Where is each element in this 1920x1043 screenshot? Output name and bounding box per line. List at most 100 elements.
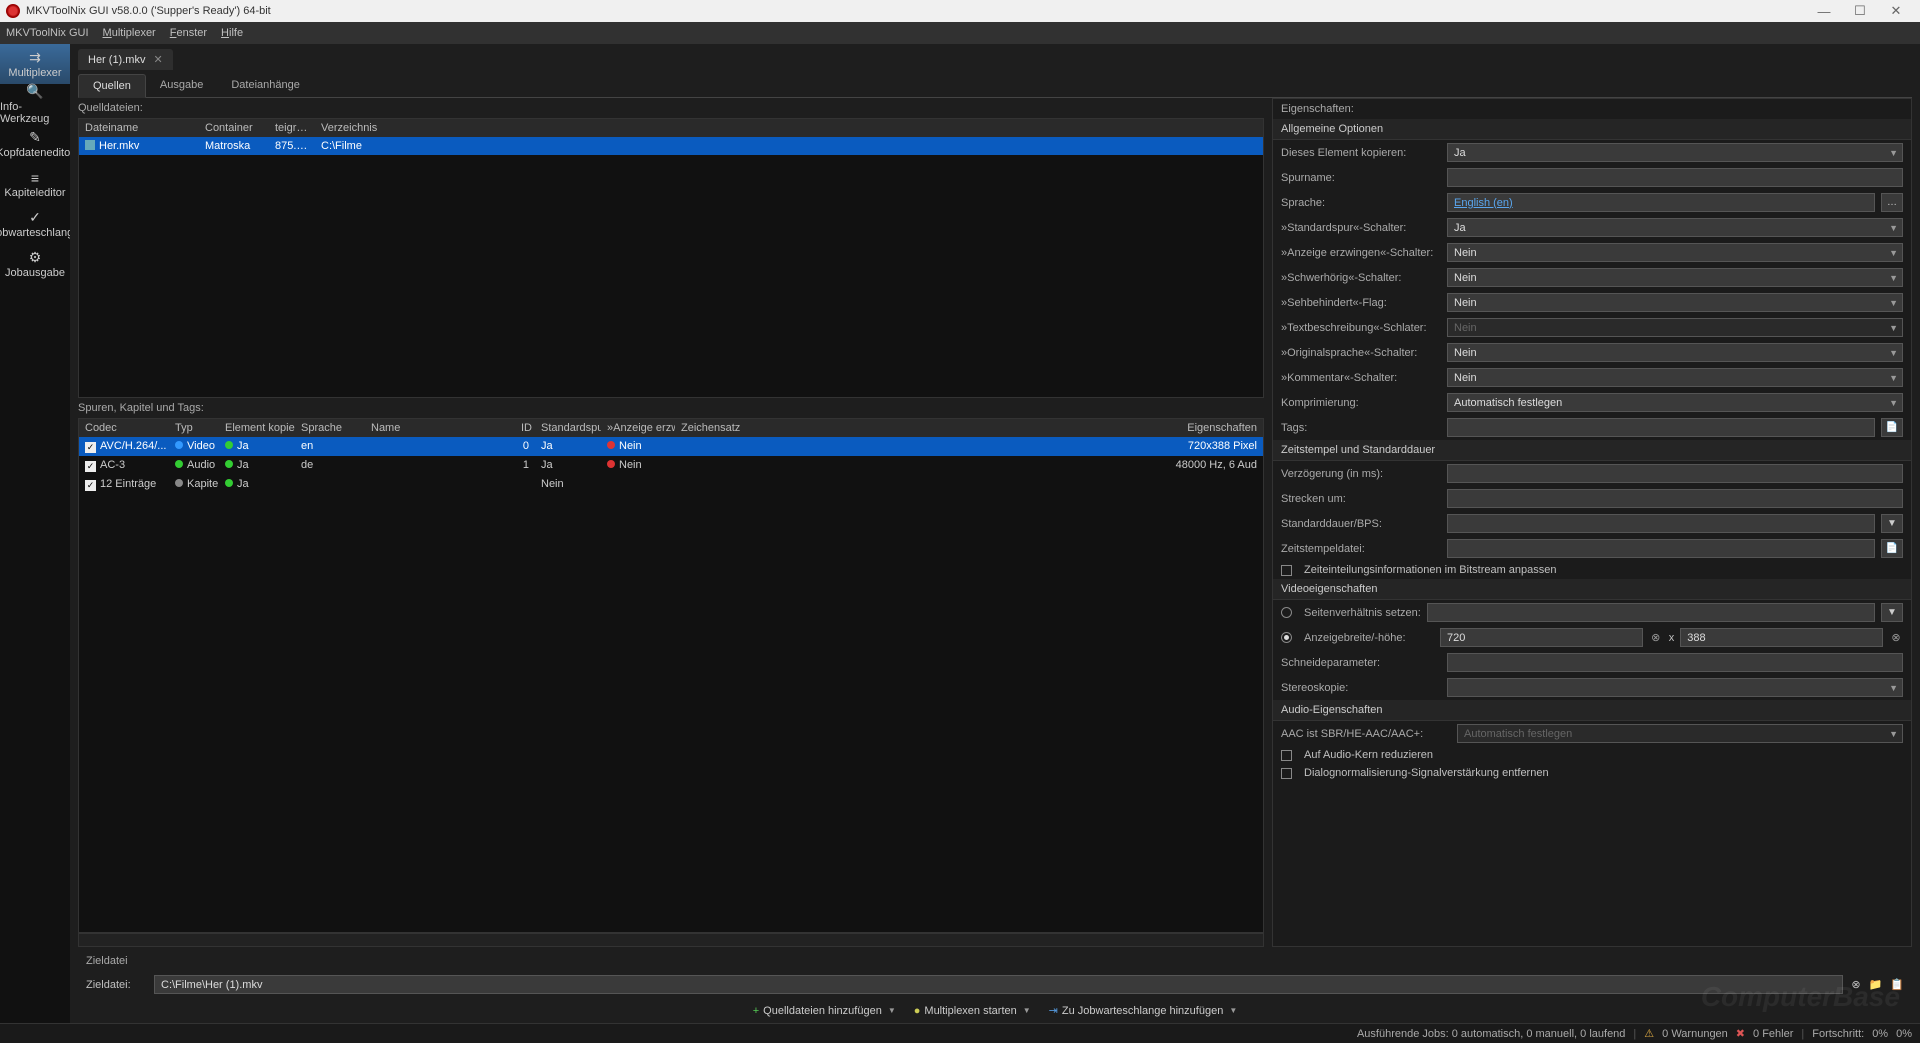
- original-lang-select[interactable]: Nein▼: [1447, 343, 1903, 362]
- menu-help[interactable]: Hilfe: [221, 27, 243, 39]
- status-warnings[interactable]: 0 Warnungen: [1662, 1028, 1728, 1040]
- info-icon: 🔍: [26, 84, 44, 100]
- clear-height-icon[interactable]: ⊗: [1889, 631, 1903, 645]
- destination-input[interactable]: C:\Filme\Her (1).mkv: [154, 975, 1843, 994]
- track-row[interactable]: ✓AVC/H.264/...VideoJaen0JaNein720x388 Pi…: [79, 437, 1263, 456]
- destination-clear-button[interactable]: ⊗: [1851, 978, 1860, 991]
- track-row[interactable]: ✓12 EinträgeKapitelJaNein: [79, 475, 1263, 494]
- source-files-label: Quelldateien:: [78, 98, 1264, 118]
- error-icon: ✖: [1736, 1027, 1745, 1040]
- gear-icon: ⚙: [26, 250, 44, 266]
- queue-icon: ✓: [26, 210, 44, 226]
- destination-label: Zieldatei:: [86, 979, 146, 991]
- edit-icon: ✎: [26, 130, 44, 146]
- forced-display-select[interactable]: Nein▼: [1447, 243, 1903, 262]
- copy-element-select[interactable]: Ja▼: [1447, 143, 1903, 162]
- source-files-grid: Dateiname Container teigröße Verzeichnis…: [78, 118, 1264, 398]
- sidebar-item-multiplexer[interactable]: ⇉ Multiplexer: [0, 44, 70, 84]
- clear-width-icon[interactable]: ⊗: [1649, 631, 1663, 645]
- horizontal-scrollbar[interactable]: [78, 933, 1264, 947]
- visual-impaired-select[interactable]: Nein▼: [1447, 293, 1903, 312]
- section-video: Videoeigenschaften: [1273, 579, 1911, 600]
- track-name-input[interactable]: [1447, 168, 1903, 187]
- source-file-row[interactable]: Her.mkv Matroska 875.4 … C:\Filme: [79, 137, 1263, 155]
- aac-sbr-select: Automatisch festlegen▼: [1457, 724, 1903, 743]
- warning-icon: ⚠: [1644, 1027, 1654, 1040]
- crop-input[interactable]: [1447, 653, 1903, 672]
- multiplexer-icon: ⇉: [26, 50, 44, 66]
- source-grid-header: Dateiname Container teigröße Verzeichnis: [79, 119, 1263, 137]
- language-browse-button[interactable]: …: [1881, 193, 1903, 212]
- stereoscopy-select[interactable]: ▼: [1447, 678, 1903, 697]
- timestamp-file-input[interactable]: [1447, 539, 1875, 558]
- reduce-audio-core-checkbox[interactable]: [1281, 750, 1292, 761]
- menu-multiplexer[interactable]: Multiplexer: [103, 27, 156, 39]
- plus-icon: +: [753, 1005, 759, 1017]
- close-button[interactable]: ✕: [1878, 3, 1914, 19]
- status-progress-2: 0%: [1896, 1028, 1912, 1040]
- file-tabs: Her (1).mkv ✕: [70, 44, 1920, 70]
- add-to-job-queue-button[interactable]: ⇥Zu Jobwarteschlange hinzufügen▼: [1049, 1004, 1238, 1017]
- destination-recent-button[interactable]: 📋: [1890, 978, 1904, 991]
- chapters-icon: ≡: [26, 170, 44, 186]
- maximize-button[interactable]: ☐: [1842, 3, 1878, 19]
- status-errors[interactable]: 0 Fehler: [1753, 1028, 1793, 1040]
- display-height-input[interactable]: [1680, 628, 1883, 647]
- fix-bitstream-checkbox[interactable]: [1281, 565, 1292, 576]
- properties-panel: Eigenschaften: Allgemeine Optionen Diese…: [1272, 98, 1912, 947]
- std-duration-drop[interactable]: ▼: [1881, 514, 1903, 533]
- menu-bar: MKVToolNix GUI Multiplexer Fenster Hilfe: [0, 22, 1920, 44]
- remove-dialnorm-checkbox[interactable]: [1281, 768, 1292, 779]
- default-track-select[interactable]: Ja▼: [1447, 218, 1903, 237]
- app-icon: [6, 4, 20, 18]
- menu-window[interactable]: Fenster: [170, 27, 207, 39]
- commentary-select[interactable]: Nein▼: [1447, 368, 1903, 387]
- aspect-ratio-radio[interactable]: [1281, 607, 1292, 618]
- stretch-input[interactable]: [1447, 489, 1903, 508]
- file-icon: [85, 140, 95, 150]
- status-progress-label: Fortschritt:: [1812, 1028, 1864, 1040]
- start-multiplexing-button[interactable]: ●Multiplexen starten▼: [914, 1005, 1031, 1017]
- tracks-grid-header: Codec Typ Element kopieren Sprache Name …: [79, 419, 1263, 437]
- sidebar-item-job-output[interactable]: ⚙ Jobausgabe: [0, 244, 70, 284]
- tags-browse-button[interactable]: 📄: [1881, 418, 1903, 437]
- tracks-grid: Codec Typ Element kopieren Sprache Name …: [78, 418, 1264, 933]
- sidebar-item-chapter-editor[interactable]: ≡ Kapiteleditor: [0, 164, 70, 204]
- tool-sidebar: ⇉ Multiplexer 🔍 Info-Werkzeug ✎ Kopfdate…: [0, 44, 70, 1023]
- display-width-input[interactable]: [1440, 628, 1643, 647]
- destination-section: Zieldatei: [86, 951, 1904, 971]
- window-title: MKVToolNix GUI v58.0.0 ('Supper's Ready'…: [26, 5, 271, 17]
- sidebar-item-header-editor[interactable]: ✎ Kopfdateneditor: [0, 124, 70, 164]
- tab-sources[interactable]: Quellen: [78, 74, 146, 98]
- tracks-label: Spuren, Kapitel und Tags:: [78, 398, 1264, 418]
- destination-browse-button[interactable]: 📁: [1869, 978, 1883, 991]
- section-timestamps: Zeitstempel und Standarddauer: [1273, 440, 1911, 461]
- file-tab-active[interactable]: Her (1).mkv ✕: [78, 49, 173, 70]
- minimize-button[interactable]: —: [1806, 4, 1842, 19]
- status-bar: Ausführende Jobs: 0 automatisch, 0 manue…: [0, 1023, 1920, 1043]
- aspect-ratio-drop[interactable]: ▼: [1881, 603, 1903, 622]
- sub-tabs: Quellen Ausgabe Dateianhänge: [78, 74, 1912, 98]
- tags-input[interactable]: [1447, 418, 1875, 437]
- tab-output[interactable]: Ausgabe: [146, 74, 217, 97]
- add-source-files-button[interactable]: +Quelldateien hinzufügen▼: [753, 1005, 896, 1017]
- close-tab-icon[interactable]: ✕: [153, 53, 162, 66]
- tab-attachments[interactable]: Dateianhänge: [217, 74, 314, 97]
- action-bar: +Quelldateien hinzufügen▼ ●Multiplexen s…: [78, 998, 1912, 1023]
- window-titlebar: MKVToolNix GUI v58.0.0 ('Supper's Ready'…: [0, 0, 1920, 22]
- hearing-impaired-select[interactable]: Nein▼: [1447, 268, 1903, 287]
- section-audio: Audio-Eigenschaften: [1273, 700, 1911, 721]
- menu-app[interactable]: MKVToolNix GUI: [6, 27, 89, 39]
- timestamp-file-browse[interactable]: 📄: [1881, 539, 1903, 558]
- section-general: Allgemeine Optionen: [1273, 119, 1911, 140]
- compression-select[interactable]: Automatisch festlegen▼: [1447, 393, 1903, 412]
- sidebar-item-info[interactable]: 🔍 Info-Werkzeug: [0, 84, 70, 124]
- sidebar-item-job-queue[interactable]: ✓ Jobwarteschlange: [0, 204, 70, 244]
- delay-input[interactable]: [1447, 464, 1903, 483]
- status-progress-1: 0%: [1872, 1028, 1888, 1040]
- aspect-ratio-input[interactable]: [1427, 603, 1875, 622]
- display-dims-radio[interactable]: [1281, 632, 1292, 643]
- track-row[interactable]: ✓AC-3AudioJade1JaNein48000 Hz, 6 Aud: [79, 456, 1263, 475]
- std-duration-input[interactable]: [1447, 514, 1875, 533]
- language-select[interactable]: English (en): [1447, 193, 1875, 212]
